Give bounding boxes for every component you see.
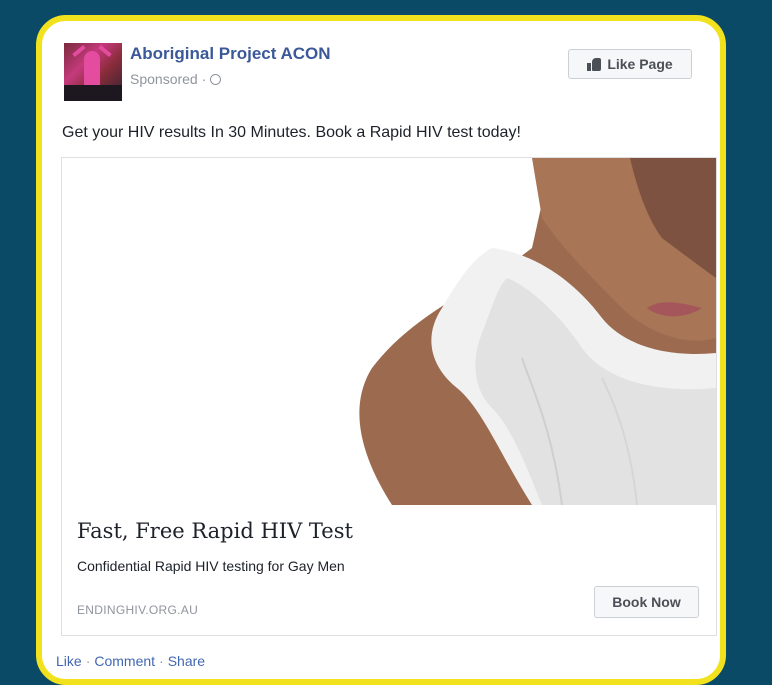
book-now-button[interactable]: Book Now [594, 586, 699, 618]
ad-link-preview[interactable]: Fast, Free Rapid HIV Test Confidential R… [61, 157, 717, 636]
like-link[interactable]: Like [56, 653, 82, 669]
post-message: Get your HIV results In 30 Minutes. Book… [62, 124, 521, 141]
sponsored-meta: Sponsored · [130, 71, 222, 87]
globe-icon [210, 73, 222, 85]
thumbs-up-icon [587, 57, 602, 71]
share-link[interactable]: Share [168, 653, 205, 669]
like-page-button[interactable]: Like Page [568, 49, 692, 79]
post-actions: Like · Comment · Share [56, 653, 205, 669]
page-avatar[interactable] [64, 43, 122, 101]
action-separator: · [159, 653, 164, 669]
ad-headline[interactable]: Fast, Free Rapid HIV Test [77, 519, 353, 543]
like-page-label: Like Page [607, 56, 673, 72]
sponsored-post-card: Aboriginal Project ACON Sponsored · Like… [36, 15, 726, 685]
action-separator: · [85, 653, 91, 669]
ad-image[interactable] [62, 158, 716, 505]
ad-description: Confidential Rapid HIV testing for Gay M… [77, 558, 345, 574]
page-name-link[interactable]: Aboriginal Project ACON [130, 44, 331, 64]
sponsored-label[interactable]: Sponsored [130, 71, 198, 87]
ad-domain: ENDINGHIV.ORG.AU [77, 603, 199, 617]
comment-link[interactable]: Comment [94, 653, 155, 669]
meta-separator: · [201, 71, 207, 87]
